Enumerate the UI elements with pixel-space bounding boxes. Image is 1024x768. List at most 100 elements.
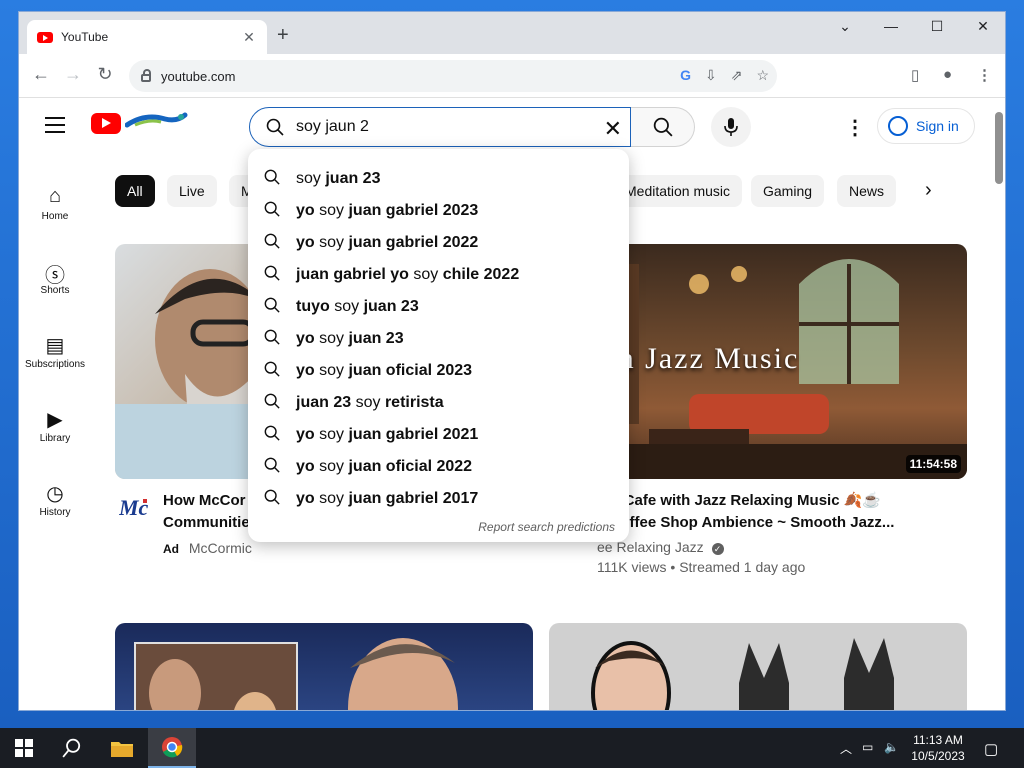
report-predictions-link[interactable]: Report search predictions: [478, 520, 615, 534]
search-suggestion-item[interactable]: yo soy juan gabriel 2023: [248, 195, 629, 227]
ad-video-title-line1[interactable]: How McCor: [163, 490, 253, 512]
search-suggestion-item[interactable]: yo soy juan oficial 2022: [248, 451, 629, 483]
sidebar-item-library[interactable]: ▶ Library: [19, 407, 91, 444]
search-suggestion-item[interactable]: juan gabriel yo soy chile 2022: [248, 259, 629, 291]
jazz-video-meta: 111K views • Streamed 1 day ago: [597, 559, 806, 575]
hamburger-menu-icon[interactable]: [45, 117, 65, 133]
tab-search-icon[interactable]: ⌄: [825, 18, 865, 35]
suggestion-text: soy juan 23: [296, 170, 381, 187]
youtube-logo-icon[interactable]: [91, 113, 121, 134]
chip-meditation-music[interactable]: Meditation music: [613, 175, 743, 207]
search-suggestion-item[interactable]: soy juan 23: [248, 163, 629, 195]
search-icon: [266, 118, 284, 136]
tab-close-icon[interactable]: ✕: [241, 29, 257, 46]
chrome-menu-icon[interactable]: ⋮: [977, 66, 992, 84]
search-input[interactable]: [296, 118, 576, 136]
network-icon[interactable]: ▭: [862, 740, 873, 754]
ad-video-title-line2[interactable]: Communitie: [163, 512, 253, 534]
ad-meta: Ad McCormic: [163, 540, 263, 556]
reaction-video-thumbnail[interactable]: [549, 623, 967, 710]
taskbar-clock[interactable]: 11:13 AM 10/5/2023: [900, 732, 976, 764]
file-explorer-button[interactable]: [98, 728, 146, 768]
ad-channel[interactable]: McCormic: [189, 540, 252, 556]
search-button[interactable]: [631, 107, 695, 147]
address-bar[interactable]: youtube.com G ⇩ ⇗ ☆: [129, 60, 777, 92]
start-button[interactable]: [0, 728, 48, 768]
google-lens-icon[interactable]: G: [680, 67, 691, 84]
search-suggestion-item[interactable]: yo soy juan gabriel 2022: [248, 227, 629, 259]
doodle-logo-icon[interactable]: [125, 111, 189, 133]
share-icon[interactable]: ⇗: [731, 67, 743, 84]
clear-search-icon[interactable]: ✕: [604, 116, 622, 142]
notifications-icon[interactable]: ▢: [984, 740, 998, 758]
back-arrow-icon[interactable]: ←: [29, 64, 53, 85]
history-icon: ◷: [46, 483, 64, 505]
suggestion-text: tuyo soy juan 23: [296, 298, 419, 315]
svg-text:Mc: Mc: [119, 495, 149, 520]
sidebar-item-history[interactable]: ◷ History: [19, 481, 91, 518]
chip-live[interactable]: Live: [167, 175, 217, 207]
chevron-right-icon[interactable]: ›: [925, 179, 932, 202]
suggestion-text: yo soy juan 23: [296, 330, 404, 347]
mccormick-logo-icon[interactable]: Mc: [118, 495, 149, 526]
maximize-button[interactable]: ☐: [917, 18, 957, 35]
library-icon: ▶: [47, 409, 63, 431]
microphone-icon: [724, 118, 738, 136]
suggestion-text: yo soy juan gabriel 2023: [296, 202, 479, 219]
scrollbar-track[interactable]: [993, 186, 1005, 710]
windows-logo-icon: [15, 739, 33, 757]
sidebar-item-home[interactable]: ⌂ Home: [19, 185, 91, 222]
search-suggestion-item[interactable]: yo soy juan gabriel 2021: [248, 419, 629, 451]
news-video-thumbnail[interactable]: [115, 623, 533, 710]
jazz-video-title-line1[interactable]: mn Cafe with Jazz Relaxing Music 🍂☕: [597, 490, 927, 512]
verified-icon: ✓: [711, 543, 724, 555]
settings-menu-icon[interactable]: ⋮: [845, 115, 865, 140]
search-suggestion-item[interactable]: yo soy juan gabriel 2017: [248, 483, 629, 515]
forward-arrow-icon[interactable]: →: [61, 64, 85, 85]
search-icon: [62, 738, 81, 758]
url-text: youtube.com: [161, 68, 236, 84]
close-window-button[interactable]: ✕: [963, 18, 1003, 35]
jazz-video-title-line2[interactable]: y Coffee Shop Ambience ~ Smooth Jazz...: [597, 512, 927, 534]
tab-youtube[interactable]: YouTube ✕: [27, 20, 267, 54]
windows-taskbar: ︿ ▭ 🔈 11:13 AM 10/5/2023 ▢: [0, 728, 1024, 768]
minimize-button[interactable]: —: [871, 18, 911, 34]
reload-icon[interactable]: ↻: [93, 64, 117, 85]
search-box[interactable]: ✕: [249, 107, 631, 147]
sidebar-item-shorts[interactable]: ⓢ Shorts: [19, 259, 91, 296]
install-icon[interactable]: ⇩: [705, 67, 717, 84]
volume-muted-icon[interactable]: 🔈: [884, 740, 899, 754]
chrome-taskbar-button[interactable]: [148, 728, 196, 768]
profile-icon[interactable]: ●: [943, 66, 952, 83]
taskbar-search-button[interactable]: [48, 728, 96, 768]
home-icon: ⌂: [48, 185, 62, 207]
suggestion-text: yo soy juan gabriel 2021: [296, 426, 479, 443]
suggestion-text: yo soy juan gabriel 2022: [296, 234, 479, 251]
sign-in-button[interactable]: Sign in: [877, 108, 975, 144]
search-icon: [653, 117, 673, 137]
search-suggestion-item[interactable]: tuyo soy juan 23: [248, 291, 629, 323]
search-icon: [264, 297, 280, 313]
ad-badge: Ad: [163, 542, 179, 556]
sidebar-item-label: Home: [41, 211, 69, 222]
shorts-icon: ⓢ: [45, 265, 65, 287]
voice-search-button[interactable]: [711, 107, 751, 147]
suggestion-text: juan gabriel yo soy chile 2022: [296, 266, 520, 283]
lock-icon[interactable]: [141, 69, 151, 82]
chip-news[interactable]: News: [837, 175, 897, 207]
search-suggestion-item[interactable]: juan 23 soy retirista: [248, 387, 629, 419]
bookmark-star-icon[interactable]: ☆: [756, 67, 769, 84]
folder-icon: [111, 742, 133, 757]
scrollbar-thumb[interactable]: [995, 112, 1003, 184]
search-suggestion-item[interactable]: yo soy juan oficial 2023: [248, 355, 629, 387]
search-suggestion-item[interactable]: yo soy juan 23: [248, 323, 629, 355]
tab-strip: YouTube ✕ + ⌄ — ☐ ✕: [19, 12, 1005, 54]
chip-all[interactable]: All: [115, 175, 155, 207]
chip-gaming[interactable]: Gaming: [751, 175, 825, 207]
new-tab-button[interactable]: +: [277, 24, 289, 47]
masthead: ✕ ⋮ Sign in: [19, 99, 1005, 155]
side-panel-icon[interactable]: ▯: [911, 66, 919, 84]
tray-overflow-icon[interactable]: ︿: [840, 740, 852, 757]
sidebar-item-subscriptions[interactable]: ▤ Subscriptions: [19, 333, 91, 370]
suggestion-text: yo soy juan oficial 2022: [296, 458, 473, 475]
